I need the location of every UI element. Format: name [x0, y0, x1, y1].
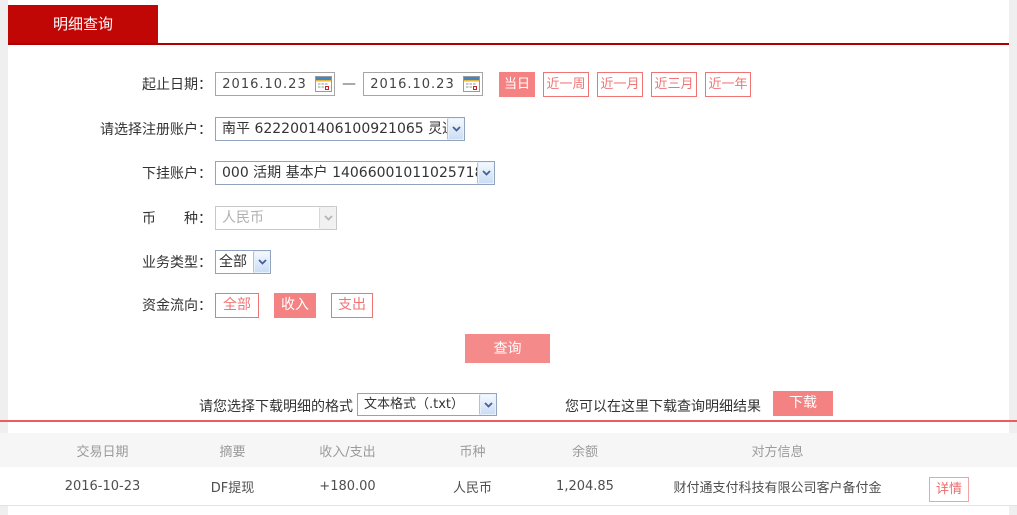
table-header: 交易日期 摘要 收入/支出 币种 余额 对方信息 — [0, 433, 1017, 467]
business-type-value: 全部 — [219, 254, 247, 270]
tab-underline — [8, 43, 1009, 45]
range-button-week[interactable]: 近一周 — [543, 71, 589, 97]
chevron-down-icon[interactable] — [477, 162, 494, 184]
range-button-year[interactable]: 近一年 — [705, 71, 751, 97]
date-range-label: 起止日期： — [142, 77, 212, 93]
sub-account-label: 下挂账户： — [142, 166, 212, 182]
download-format-value: 文本格式（.txt） — [364, 397, 465, 412]
business-type-label: 业务类型： — [142, 255, 212, 271]
fund-flow-label: 资金流向： — [142, 298, 212, 314]
row-summary: DF提现 — [210, 480, 255, 496]
range-button-month[interactable]: 近一月 — [597, 71, 643, 97]
register-account-label: 请选择注册账户： — [100, 122, 212, 138]
download-format-label: 请您选择下载明细的格式 — [199, 399, 353, 415]
date-from-value[interactable]: 2016.10.23 — [216, 77, 313, 92]
row-balance: 1,204.85 — [556, 478, 614, 494]
sub-account-row: 下挂账户： 000 活期 基本户 1406600101102571848 — [0, 160, 495, 186]
chevron-down-icon[interactable] — [447, 118, 464, 140]
query-button[interactable]: 查询 — [465, 334, 550, 363]
header-currency: 币种 — [459, 444, 486, 460]
detail-button[interactable]: 详情 — [929, 477, 969, 502]
download-result-label: 您可以在这里下载查询明细结果 — [565, 399, 761, 415]
date-from-input[interactable]: 2016.10.23 — [215, 72, 335, 96]
tab-detail-query[interactable]: 明细查询 — [8, 5, 158, 43]
range-button-today[interactable]: 当日 — [499, 71, 535, 97]
register-account-row: 请选择注册账户： 南平 6222001406100921065 灵通卡 — [0, 116, 465, 142]
date-to-value[interactable]: 2016.10.23 — [364, 77, 461, 92]
row-amount: +180.00 — [319, 478, 376, 494]
header-counterparty: 对方信息 — [751, 444, 804, 460]
calendar-icon[interactable] — [461, 73, 482, 95]
business-type-row: 业务类型： 全部 — [0, 249, 271, 275]
currency-label: 币 种： — [142, 211, 212, 227]
header-date: 交易日期 — [76, 444, 129, 460]
currency-value: 人民币 — [222, 210, 264, 226]
business-type-select[interactable]: 全部 — [215, 250, 271, 274]
header-amount: 收入/支出 — [319, 444, 376, 460]
row-currency: 人民币 — [452, 480, 492, 496]
row-counterparty: 财付通支付科技有限公司客户备付金 — [673, 480, 882, 496]
fund-flow-expense-button[interactable]: 支出 — [331, 292, 373, 318]
range-button-quarter[interactable]: 近三月 — [651, 71, 697, 97]
header-summary: 摘要 — [219, 444, 246, 460]
table-top-divider — [0, 420, 1017, 422]
download-format-select[interactable]: 文本格式（.txt） — [357, 393, 497, 416]
register-account-value: 南平 6222001406100921065 灵通卡 — [222, 121, 447, 137]
currency-select: 人民币 — [215, 206, 337, 230]
table-row: 2016-10-23 DF提现 +180.00 人民币 1,204.85 财付通… — [0, 467, 1017, 506]
chevron-down-icon[interactable] — [479, 394, 496, 415]
fund-flow-row: 资金流向： 全部 收入 支出 — [0, 292, 373, 318]
download-button[interactable]: 下载 — [773, 391, 833, 416]
chevron-down-icon — [319, 207, 336, 229]
sub-account-value: 000 活期 基本户 1406600101102571848 — [222, 165, 477, 181]
fund-flow-income-button[interactable]: 收入 — [274, 292, 316, 318]
currency-row: 币 种： 人民币 — [0, 205, 337, 231]
register-account-select[interactable]: 南平 6222001406100921065 灵通卡 — [215, 117, 465, 141]
row-date: 2016-10-23 — [64, 478, 141, 494]
header-balance: 余额 — [571, 444, 598, 460]
fund-flow-all-button[interactable]: 全部 — [215, 292, 259, 318]
sub-account-select[interactable]: 000 活期 基本户 1406600101102571848 — [215, 161, 495, 185]
date-range-row: 起止日期： 2016.10.23 — 2016.10.23 当日 近一周 近一月… — [0, 71, 751, 97]
date-separator: — — [342, 76, 356, 92]
chevron-down-icon[interactable] — [253, 251, 270, 273]
date-to-input[interactable]: 2016.10.23 — [363, 72, 483, 96]
calendar-icon[interactable] — [313, 73, 334, 95]
